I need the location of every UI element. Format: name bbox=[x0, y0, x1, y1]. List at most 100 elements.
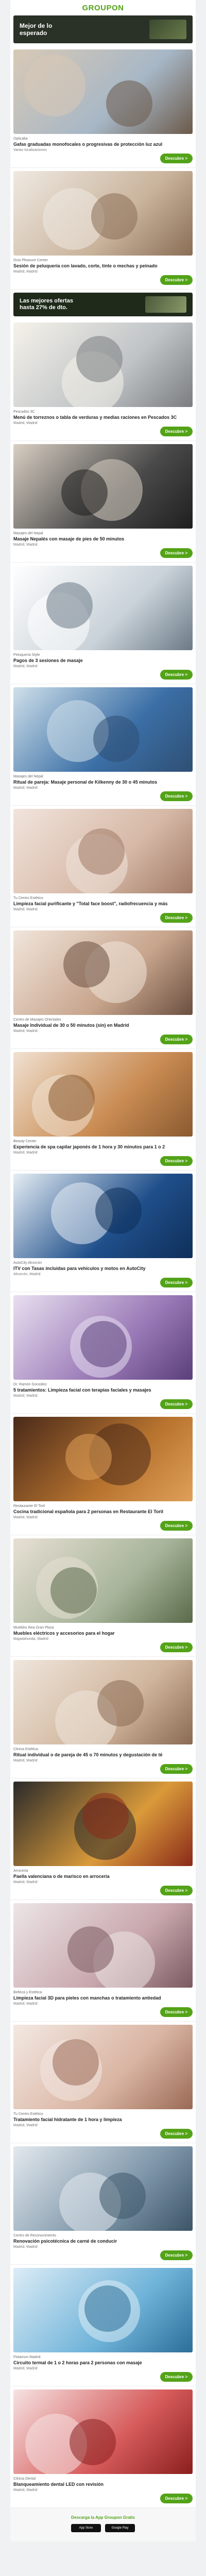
deal-card[interactable]: Clinica Estética Ritual individual o de p… bbox=[10, 1657, 196, 1778]
deal-image[interactable] bbox=[13, 1052, 193, 1137]
deal-card[interactable]: Centro de Reconocimiento Renovación psico… bbox=[10, 2143, 196, 2265]
deal-title[interactable]: Masaje Nepalés con masaje de pies de 50 … bbox=[13, 536, 193, 542]
image-shape bbox=[93, 716, 140, 762]
image-shape bbox=[65, 1434, 112, 1480]
app-store-badge[interactable]: App Store bbox=[71, 2524, 101, 2532]
descubre-button[interactable]: Descubre > bbox=[160, 1035, 193, 1044]
deal-image[interactable] bbox=[13, 171, 193, 256]
deal-card[interactable]: AutoCity Alcorcón ITV con Tasas incluidas… bbox=[10, 1171, 196, 1292]
deal-prices bbox=[13, 2131, 15, 2136]
deal-card[interactable]: Tu Centro Estético Tratamiento facial hid… bbox=[10, 2022, 196, 2143]
deal-title[interactable]: Experiencia de spa capilar japonés de 1 … bbox=[13, 1144, 193, 1150]
deal-title[interactable]: Cocina tradicional española para 2 perso… bbox=[13, 1509, 193, 1515]
descubre-button[interactable]: Descubre > bbox=[160, 1156, 193, 1166]
deal-title[interactable]: Limpieza facial 3D para pieles con manch… bbox=[13, 1995, 193, 2001]
deal-card[interactable]: Masajes del Nepal Masaje Nepalés con masa… bbox=[10, 441, 196, 563]
deal-image[interactable] bbox=[13, 930, 193, 1015]
deal-image[interactable] bbox=[13, 2025, 193, 2109]
deal-title[interactable]: Ritual de pareja: Masaje personal de Kil… bbox=[13, 779, 193, 785]
descubre-button[interactable]: Descubre > bbox=[160, 791, 193, 801]
deal-card[interactable]: Opticalia Gafas graduadas monofocales o p… bbox=[10, 46, 196, 168]
deal-image[interactable] bbox=[13, 2146, 193, 2231]
deal-image[interactable] bbox=[13, 1782, 193, 1866]
deal-prices bbox=[13, 156, 15, 161]
descubre-button[interactable]: Descubre > bbox=[160, 1886, 193, 1895]
deal-card[interactable]: Ocio Pleasure Center Sesión de peluquería… bbox=[10, 168, 196, 290]
descubre-button[interactable]: Descubre > bbox=[160, 1642, 193, 1652]
descubre-button[interactable]: Descubre > bbox=[160, 1399, 193, 1409]
mid-banner-text: Las mejores ofertas hasta 27% de dto. bbox=[20, 298, 73, 311]
deal-image[interactable] bbox=[13, 809, 193, 893]
top-banner[interactable]: Mejor de lo esperado bbox=[13, 15, 193, 43]
deal-card[interactable]: Restaurante El Toril Cocina tradicional e… bbox=[10, 1414, 196, 1535]
image-shape bbox=[84, 2285, 131, 2332]
deal-title[interactable]: Gafas graduadas monofocales o progresiva… bbox=[13, 142, 193, 147]
google-play-badge[interactable]: Google Play bbox=[105, 2524, 135, 2532]
descubre-button[interactable]: Descubre > bbox=[160, 275, 193, 285]
deal-title[interactable]: Sesión de peluquería con lavado, corte, … bbox=[13, 263, 193, 269]
deal-title[interactable]: Tratamiento facial hidratante de 1 hora … bbox=[13, 2117, 193, 2123]
deal-image[interactable] bbox=[13, 566, 193, 650]
deal-title[interactable]: Muebles eléctricos y accesorios para el … bbox=[13, 1631, 193, 1636]
deal-title[interactable]: Blanqueamiento dental LED con revisión bbox=[13, 2482, 193, 2487]
descubre-button[interactable]: Descubre > bbox=[160, 1521, 193, 1531]
descubre-button[interactable]: Descubre > bbox=[160, 2372, 193, 2382]
descubre-button[interactable]: Descubre > bbox=[160, 2494, 193, 2503]
deal-image[interactable] bbox=[13, 49, 193, 134]
deal-card[interactable]: Beauty Center Experiencia de spa capilar … bbox=[10, 1049, 196, 1171]
descubre-button[interactable]: Descubre > bbox=[160, 2007, 193, 2017]
deal-image[interactable] bbox=[13, 2268, 193, 2352]
deal-title[interactable]: Renovación psicotécnica de carné de cond… bbox=[13, 2239, 193, 2244]
descubre-button[interactable]: Descubre > bbox=[160, 2250, 193, 2260]
deal-title[interactable]: Pagos de 3 sesiones de masaje bbox=[13, 658, 193, 664]
deal-card[interactable]: Muebles Ikea Gran Plaza Muebles eléctrico… bbox=[10, 1535, 196, 1657]
descubre-button[interactable]: Descubre > bbox=[160, 913, 193, 923]
deal-merchant: Arroceria bbox=[13, 1869, 28, 1873]
deal-image[interactable] bbox=[13, 1174, 193, 1258]
deal-card[interactable]: Peluquería Style Pagos de 3 sesiones de m… bbox=[10, 563, 196, 684]
deal-price-row: Descubre > bbox=[13, 2129, 193, 2139]
deal-image[interactable] bbox=[13, 1417, 193, 1501]
deal-image[interactable] bbox=[13, 323, 193, 407]
descubre-button[interactable]: Descubre > bbox=[160, 427, 193, 436]
deal-card[interactable]: Dr. Ramón González 5 tratamientos: Limpie… bbox=[10, 1292, 196, 1414]
deal-title[interactable]: Circuito termal de 1 o 2 horas para 2 pe… bbox=[13, 2360, 193, 2366]
deal-merchant: Pescados 3C bbox=[13, 410, 35, 414]
deal-prices bbox=[13, 2253, 15, 2258]
deal-image[interactable] bbox=[13, 2389, 193, 2474]
descubre-button[interactable]: Descubre > bbox=[160, 2129, 193, 2139]
groupon-logo[interactable]: GROUPON bbox=[82, 4, 124, 12]
deal-image[interactable] bbox=[13, 1660, 193, 1744]
deal-card[interactable]: Tu Centro Estético Limpieza facial purifi… bbox=[10, 806, 196, 927]
deal-image[interactable] bbox=[13, 1295, 193, 1380]
deal-title[interactable]: Paella valenciana o de marisco en arroce… bbox=[13, 1874, 193, 1879]
deal-card[interactable]: Clinica Dental Blanqueamiento dental LED … bbox=[10, 2386, 196, 2508]
deal-title[interactable]: 5 tratamientos: Limpieza facial con tera… bbox=[13, 1387, 193, 1393]
deal-card[interactable]: Arroceria Paella valenciana o de marisco … bbox=[10, 1778, 196, 1900]
email-container: GROUPON Mejor de lo esperado Opticalia Ga… bbox=[10, 0, 196, 2541]
deal-card[interactable]: Pescados 3C Menú de torreznos o tabla de … bbox=[10, 319, 196, 441]
descubre-button[interactable]: Descubre > bbox=[160, 1278, 193, 1287]
deal-card[interactable]: Centro de Masajes Orientales Masaje Indiv… bbox=[10, 927, 196, 1049]
deal-merchant: Beauty Center bbox=[13, 1140, 37, 1143]
deal-image[interactable] bbox=[13, 1538, 193, 1623]
deal-title[interactable]: Ritual individual o de pareja de 45 o 70… bbox=[13, 1752, 193, 1758]
deal-image[interactable] bbox=[13, 444, 193, 529]
mid-banner[interactable]: Las mejores ofertas hasta 27% de dto. bbox=[13, 293, 193, 316]
deal-title[interactable]: Menú de torreznos o tabla de verduras y … bbox=[13, 415, 193, 420]
deal-card[interactable]: Belleza y Estética Limpieza facial 3D par… bbox=[10, 1900, 196, 2022]
deal-merchant: Tu Centro Estético bbox=[13, 2112, 43, 2116]
deal-image[interactable] bbox=[13, 687, 193, 772]
deal-price-row: Descubre > bbox=[13, 1278, 193, 1287]
descubre-button[interactable]: Descubre > bbox=[160, 670, 193, 680]
deal-card[interactable]: Masajes del Nepal Ritual de pareja: Masaj… bbox=[10, 684, 196, 806]
deal-title[interactable]: Limpieza facial purificante y "Total fac… bbox=[13, 901, 193, 907]
descubre-button[interactable]: Descubre > bbox=[160, 1764, 193, 1774]
deal-title[interactable]: ITV con Tasas incluidas para vehículos y… bbox=[13, 1266, 193, 1272]
deal-title[interactable]: Masaje Individual de 30 o 50 minutos (si… bbox=[13, 1023, 193, 1028]
descubre-button[interactable]: Descubre > bbox=[160, 154, 193, 163]
deal-image[interactable] bbox=[13, 1903, 193, 1988]
deal-card[interactable]: Flotarium Madrid Circuito termal de 1 o 2… bbox=[10, 2265, 196, 2386]
mid-banner-image bbox=[145, 296, 186, 313]
descubre-button[interactable]: Descubre > bbox=[160, 548, 193, 558]
